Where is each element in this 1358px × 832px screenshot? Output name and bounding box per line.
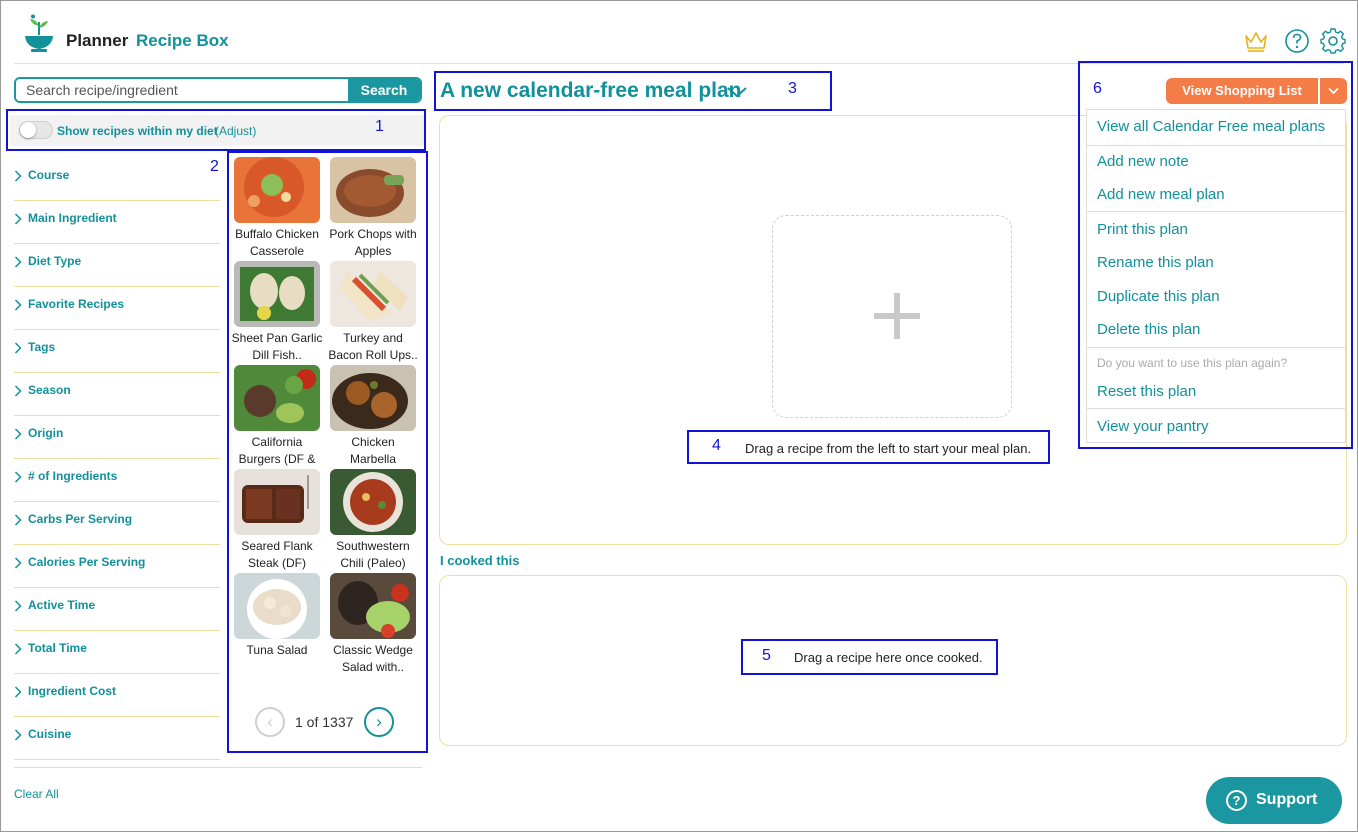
brand-planner[interactable]: Planner: [66, 31, 128, 51]
chevron-right-icon: [14, 557, 22, 569]
brand-recipe-box[interactable]: Recipe Box: [136, 31, 229, 51]
filter-label: Course: [28, 168, 70, 182]
clear-all-link[interactable]: Clear All: [14, 787, 59, 801]
filter-label: Carbs Per Serving: [28, 512, 133, 526]
filter-item[interactable]: Carbs Per Serving: [14, 502, 220, 545]
annotation-box-4: [687, 430, 1050, 464]
filter-label: Main Ingredient: [28, 211, 117, 225]
chevron-right-icon: [14, 600, 22, 612]
filter-label: Favorite Recipes: [28, 297, 125, 311]
plus-icon-vertical: [894, 293, 900, 339]
annotation-box-1: [6, 109, 426, 151]
chevron-right-icon: [14, 170, 22, 182]
annotation-number-6: 6: [1093, 80, 1102, 97]
filter-item[interactable]: Calories Per Serving: [14, 545, 220, 588]
annotation-box-2: [227, 151, 428, 753]
filter-item[interactable]: # of Ingredients: [14, 459, 220, 502]
annotation-number-3: 3: [788, 80, 797, 97]
filter-label: Active Time: [28, 598, 96, 612]
filter-label: Origin: [28, 426, 64, 440]
search-button[interactable]: Search: [348, 79, 420, 101]
chevron-right-icon: [14, 385, 22, 397]
filter-label: Tags: [28, 340, 56, 354]
chevron-right-icon: [14, 471, 22, 483]
settings-gear-icon[interactable]: [1320, 28, 1346, 54]
chevron-right-icon: [14, 256, 22, 268]
annotation-number-1: 1: [375, 118, 384, 135]
filter-label: Diet Type: [28, 254, 82, 268]
filter-item[interactable]: Ingredient Cost: [14, 674, 220, 717]
filter-label: Season: [28, 383, 71, 397]
filter-label: # of Ingredients: [28, 469, 118, 483]
support-question-icon: ?: [1226, 790, 1247, 811]
filter-item[interactable]: Main Ingredient: [14, 201, 220, 244]
filter-item[interactable]: Cuisine: [14, 717, 220, 760]
filter-list: Course Main Ingredient Diet Type Favorite R…: [14, 158, 220, 760]
support-label: Support: [1256, 791, 1318, 808]
filter-label: Calories Per Serving: [28, 555, 146, 569]
annotation-box-6: [1078, 61, 1353, 449]
annotation-box-3: [434, 71, 832, 111]
filter-item[interactable]: Tags: [14, 330, 220, 373]
chevron-right-icon: [14, 729, 22, 741]
chevron-right-icon: [14, 299, 22, 311]
filter-item[interactable]: Favorite Recipes: [14, 287, 220, 330]
annotation-box-5: [741, 639, 998, 675]
annotation-number-2: 2: [210, 158, 219, 175]
search-input[interactable]: [16, 79, 350, 101]
filter-label: Ingredient Cost: [28, 684, 117, 698]
filter-item[interactable]: Active Time: [14, 588, 220, 631]
filter-item[interactable]: Course: [14, 158, 220, 201]
annotation-number-4: 4: [712, 437, 721, 454]
chevron-right-icon: [14, 428, 22, 440]
filter-item[interactable]: Diet Type: [14, 244, 220, 287]
chevron-right-icon: [14, 342, 22, 354]
help-icon[interactable]: [1284, 28, 1310, 54]
annotation-number-5: 5: [762, 647, 771, 664]
filter-label: Cuisine: [28, 727, 72, 741]
chevron-right-icon: [14, 686, 22, 698]
filter-item[interactable]: Total Time: [14, 631, 220, 674]
logo-bowl-icon[interactable]: [22, 14, 56, 52]
filter-label: Total Time: [28, 641, 87, 655]
chevron-right-icon: [14, 213, 22, 225]
chevron-right-icon: [14, 643, 22, 655]
cooked-section-label: I cooked this: [440, 553, 520, 568]
support-button[interactable]: ? Support: [1206, 777, 1342, 824]
chevron-right-icon: [14, 514, 22, 526]
crown-icon[interactable]: [1243, 28, 1269, 54]
filter-divider: [14, 767, 422, 768]
search-bar: Search: [14, 77, 422, 103]
filter-item[interactable]: Origin: [14, 416, 220, 459]
filter-item[interactable]: Season: [14, 373, 220, 416]
